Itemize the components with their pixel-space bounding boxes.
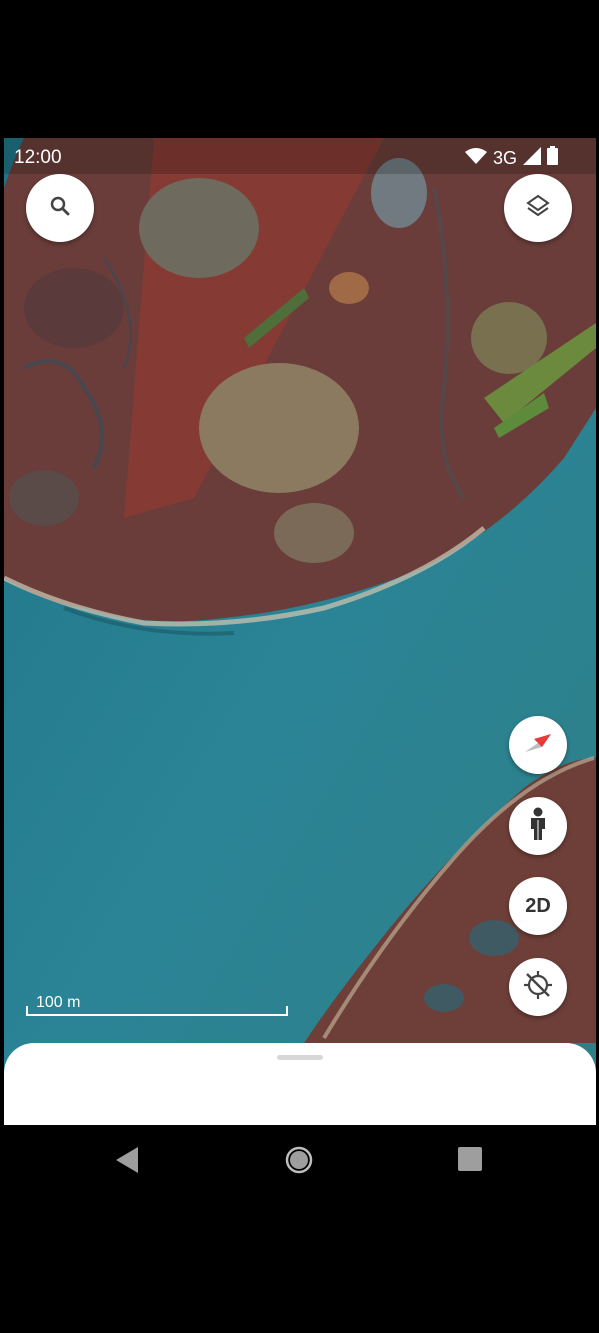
network-type-label: 3G [492,147,517,168]
bottom-sheet[interactable] [4,1043,596,1125]
wifi-icon [464,147,487,170]
status-icons: 3G [464,146,558,170]
satellite-map[interactable] [4,138,596,1125]
map-scale: 100 m [26,994,288,1016]
search-button[interactable] [26,174,94,242]
location-off-icon [522,969,554,1006]
status-bar: 12:00 3G [4,138,596,174]
sheet-drag-handle[interactable] [277,1055,323,1060]
status-time: 12:00 [14,147,62,168]
layers-icon [525,193,551,224]
compass-button[interactable] [509,716,567,774]
cell-signal-icon [523,146,541,170]
battery-icon [547,146,558,170]
compass-icon [521,726,555,765]
pegman-icon [528,807,548,846]
view-mode-button[interactable]: 2D [509,877,567,935]
scale-line [26,1006,288,1016]
system-nav-bar [0,1125,599,1195]
map-screen: 12:00 3G 2D 100 m [4,138,596,1125]
layers-button[interactable] [504,174,572,242]
back-icon[interactable] [114,1145,140,1180]
recents-icon[interactable] [458,1147,482,1176]
street-view-button[interactable] [509,797,567,855]
my-location-button[interactable] [509,958,567,1016]
home-icon[interactable] [284,1145,314,1180]
search-icon [49,195,71,222]
